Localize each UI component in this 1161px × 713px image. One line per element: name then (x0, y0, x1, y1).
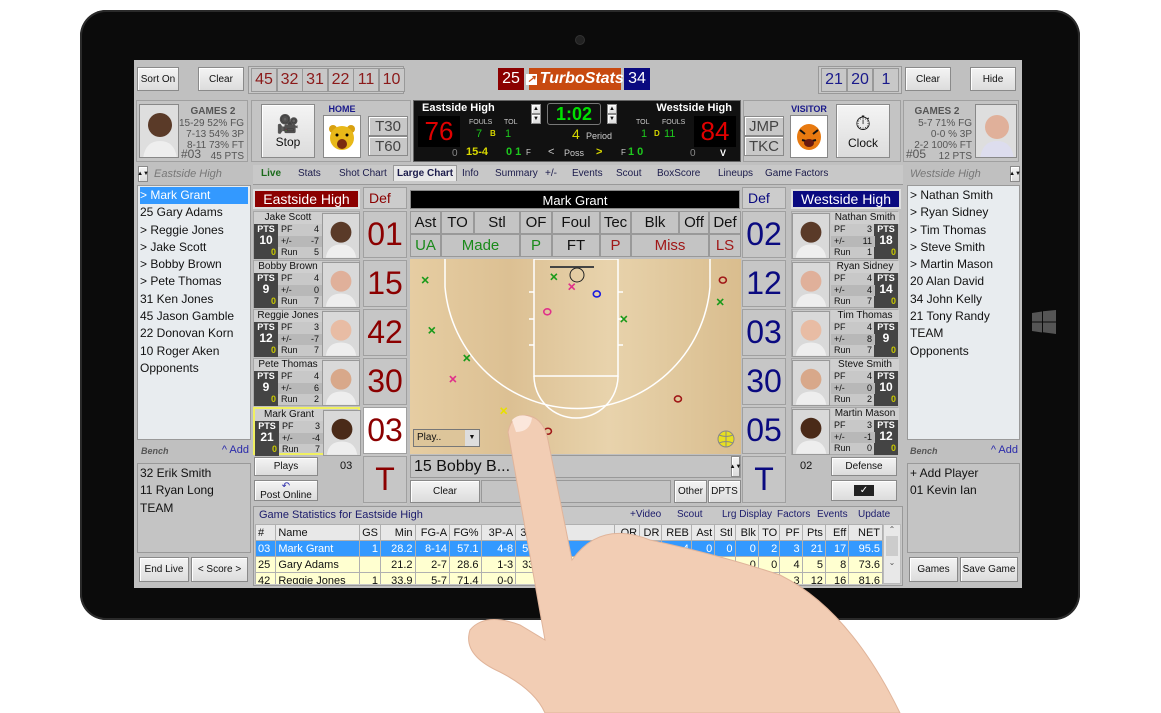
hand-overlay (468, 414, 901, 713)
